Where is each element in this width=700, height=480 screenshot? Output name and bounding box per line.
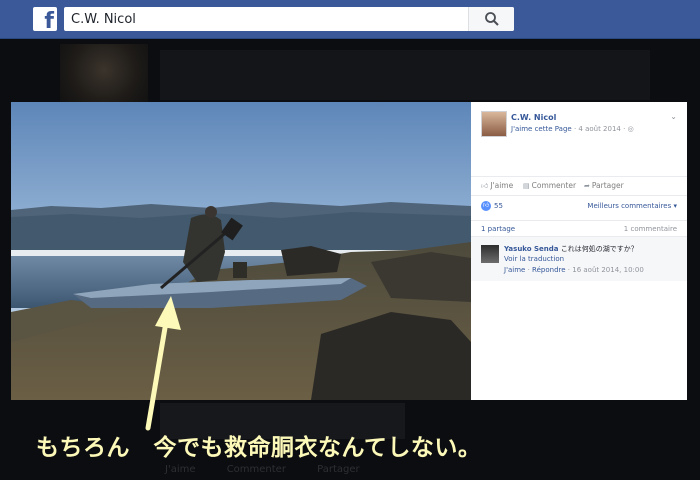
annotation-caption: もちろん 今でも救命胴衣なんてしない。 [36,435,482,461]
annotation-arrow [145,296,181,431]
